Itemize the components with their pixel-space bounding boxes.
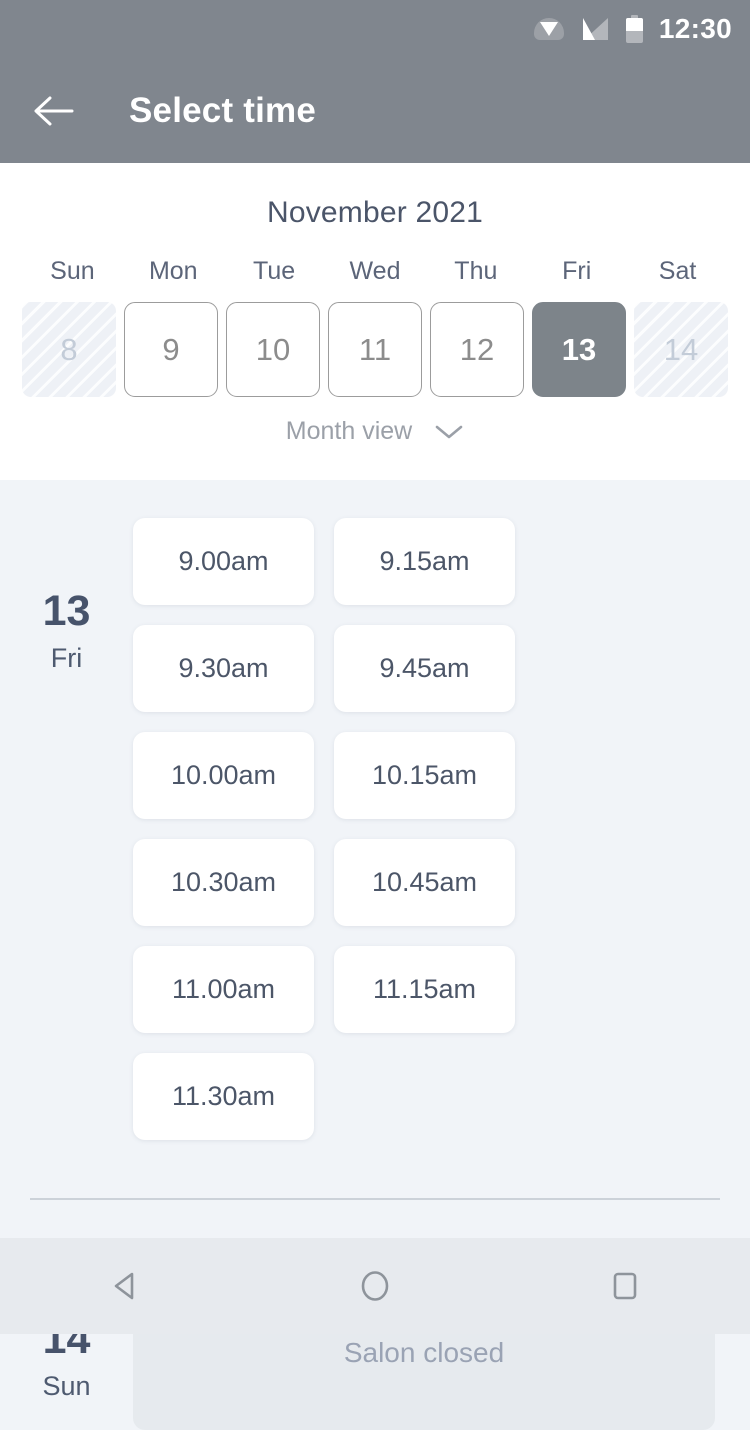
status-bar-clock: 12:30	[658, 13, 732, 44]
time-slot[interactable]: 9.30am	[133, 625, 314, 712]
time-slot[interactable]: 9.15am	[334, 518, 515, 605]
back-arrow-icon	[34, 96, 74, 125]
weekday-label: Fri	[562, 257, 592, 285]
calendar-day-row: 8 9 10 11 12 13 14	[0, 302, 750, 397]
nav-back-button[interactable]	[75, 1251, 175, 1321]
recents-square-icon	[613, 1272, 637, 1300]
weekday-label: Wed	[349, 257, 401, 285]
weekday-label: Sat	[658, 257, 697, 285]
time-slot[interactable]: 10.00am	[133, 732, 314, 819]
calendar-weekday-header: Sun Mon Tue Wed Thu Fri Sat	[0, 257, 750, 286]
battery-icon	[625, 15, 643, 43]
calendar-day-cell[interactable]: 12	[430, 302, 524, 397]
month-view-toggle[interactable]: Month view	[0, 417, 750, 446]
back-button[interactable]	[24, 81, 84, 141]
calendar-day-cell[interactable]: 10	[226, 302, 320, 397]
weekday-label: Mon	[148, 257, 198, 285]
calendar-day-cell: 14	[634, 302, 728, 397]
weekday-label: Tue	[253, 257, 296, 285]
home-circle-icon	[361, 1271, 389, 1301]
weekday-label: Thu	[454, 257, 498, 285]
back-triangle-icon	[114, 1272, 134, 1300]
wifi-icon	[533, 16, 564, 42]
time-slot[interactable]: 11.15am	[334, 946, 515, 1033]
status-bar-icons	[533, 15, 643, 43]
page-title: Select time	[129, 90, 317, 130]
calendar-panel: November 2021 Sun Mon Tue Wed Thu Fri Sa…	[0, 163, 750, 480]
calendar-day-cell[interactable]: 11	[328, 302, 422, 397]
chevron-down-icon	[435, 425, 463, 438]
weekday-label: Sun	[50, 257, 95, 285]
calendar-month-title: November 2021	[266, 196, 484, 229]
nav-home-button[interactable]	[325, 1251, 425, 1321]
app-bar: Select time	[0, 58, 750, 163]
time-slot-grid: 9.00am 9.15am 9.30am 9.45am 10.00am 10.1…	[133, 518, 733, 1140]
time-slot[interactable]: 11.00am	[133, 946, 314, 1033]
nav-recents-button[interactable]	[575, 1251, 675, 1321]
calendar-day-cell: 8	[22, 302, 116, 397]
day-section-13: 13 Fri 9.00am 9.15am 9.30am 9.45am 10.00…	[0, 480, 750, 1140]
time-slot[interactable]: 11.30am	[133, 1053, 314, 1140]
day-of-week: Sun	[42, 1371, 91, 1401]
day-of-week: Fri	[50, 643, 83, 673]
time-slot[interactable]: 10.15am	[334, 732, 515, 819]
status-bar: 12:30	[0, 0, 750, 58]
time-slot[interactable]: 10.45am	[334, 839, 515, 926]
app-screen: 12:30 Select time November 2021 Sun Mon …	[0, 0, 750, 1430]
cell-signal-icon	[582, 16, 608, 42]
calendar-day-cell-selected[interactable]: 13	[532, 302, 626, 397]
day-label: 13 Fri	[0, 518, 133, 672]
month-view-label: Month view	[285, 417, 413, 445]
time-slot[interactable]: 10.30am	[133, 839, 314, 926]
time-slot[interactable]: 9.45am	[334, 625, 515, 712]
android-nav-bar	[0, 1238, 750, 1334]
calendar-day-cell[interactable]: 9	[124, 302, 218, 397]
time-slot[interactable]: 9.00am	[133, 518, 314, 605]
day-number: 13	[42, 587, 91, 635]
